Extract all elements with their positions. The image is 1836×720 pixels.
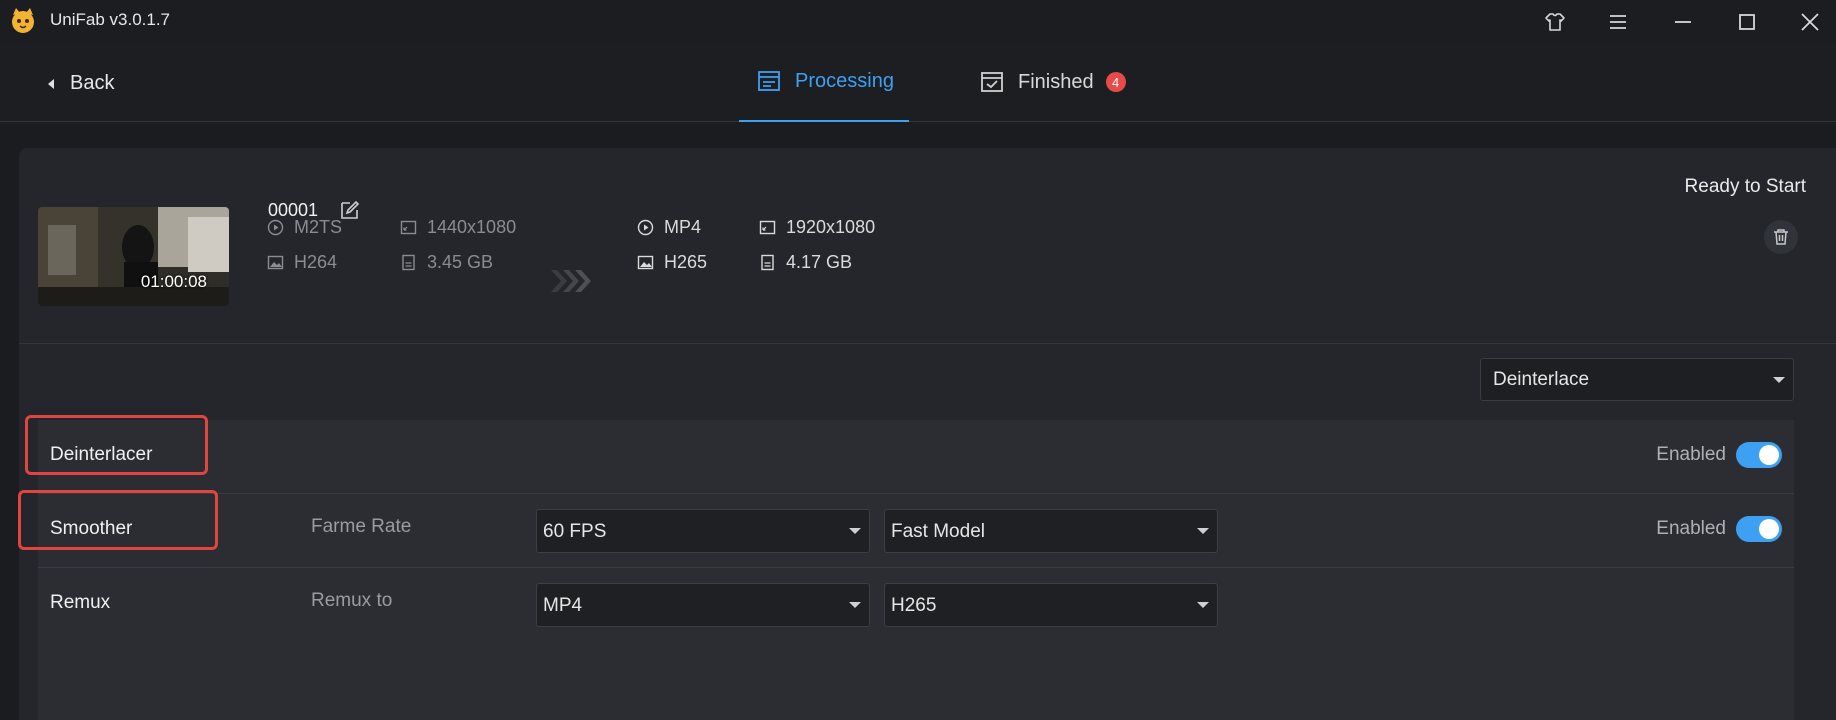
chevron-down-icon bbox=[849, 528, 861, 534]
deinterlacer-toggle-group: Enabled bbox=[1656, 442, 1782, 468]
smoother-toggle-group: Enabled bbox=[1656, 516, 1782, 542]
image-icon bbox=[637, 255, 654, 270]
source-size: 3.45 GB bbox=[400, 252, 493, 273]
back-label: Back bbox=[70, 72, 115, 94]
remux-container-dropdown[interactable]: MP4 bbox=[536, 583, 870, 627]
finished-count-badge: 4 bbox=[1105, 72, 1126, 92]
back-button[interactable]: Back bbox=[46, 72, 114, 95]
remux-label: Remux bbox=[50, 592, 111, 613]
play-circle-icon bbox=[267, 219, 284, 236]
tab-processing-label: Processing bbox=[795, 69, 894, 92]
smoother-row: Smoother Farme Rate 60 FPS Fast Model En… bbox=[38, 494, 1794, 568]
task-status: Ready to Start bbox=[1684, 176, 1806, 197]
empty-panel-area bbox=[38, 640, 1794, 720]
nav-bar: Back Processing Finished 4 bbox=[0, 42, 1836, 122]
deinterlacer-toggle-label: Enabled bbox=[1656, 444, 1726, 465]
maximize-icon[interactable] bbox=[1734, 9, 1760, 35]
source-container: M2TS bbox=[267, 217, 342, 238]
trash-icon bbox=[1774, 229, 1788, 245]
deinterlacer-highlight-box bbox=[25, 415, 208, 475]
skin-icon[interactable] bbox=[1542, 9, 1568, 35]
finished-check-icon bbox=[981, 72, 1003, 92]
remux-codec-dropdown[interactable]: H265 bbox=[884, 583, 1218, 627]
smoother-highlight-box bbox=[18, 490, 218, 550]
tab-finished[interactable]: Finished 4 bbox=[980, 42, 1126, 122]
smoother-toggle[interactable] bbox=[1736, 516, 1782, 542]
chevron-down-icon bbox=[849, 602, 861, 608]
tab-processing[interactable]: Processing bbox=[739, 42, 909, 122]
chevron-down-icon bbox=[1197, 602, 1209, 608]
output-size: 4.17 GB bbox=[759, 252, 852, 273]
source-codec: H264 bbox=[267, 252, 337, 273]
file-size-icon bbox=[761, 254, 774, 271]
edit-icon[interactable] bbox=[339, 199, 361, 221]
model-dropdown[interactable]: Fast Model bbox=[884, 509, 1218, 553]
caret-left-icon bbox=[48, 78, 54, 89]
chevron-down-icon bbox=[1197, 528, 1209, 534]
image-icon bbox=[267, 255, 284, 270]
output-codec: H265 bbox=[637, 252, 707, 273]
app-title: UniFab v3.0.1.7 bbox=[50, 10, 171, 29]
remux-to-label: Remux to bbox=[311, 590, 393, 611]
remux-row: Remux Remux to MP4 H265 bbox=[38, 568, 1794, 642]
title-bar: UniFab v3.0.1.7 bbox=[0, 0, 1836, 42]
close-icon[interactable] bbox=[1797, 9, 1823, 35]
tab-finished-label: Finished bbox=[1018, 70, 1094, 93]
mode-dropdown[interactable]: Deinterlace bbox=[1480, 358, 1794, 401]
video-thumbnail[interactable]: 01:00:08 bbox=[38, 207, 229, 306]
smoother-toggle-label: Enabled bbox=[1656, 518, 1726, 539]
unifab-logo-icon bbox=[12, 8, 34, 33]
file-size-icon bbox=[402, 254, 415, 271]
video-duration: 01:00:08 bbox=[140, 272, 207, 291]
delete-button[interactable] bbox=[1764, 220, 1798, 254]
divider bbox=[19, 343, 1836, 344]
task-card: 01:00:08 00001 M2TS 1440x1080 H264 3.45 … bbox=[19, 148, 1836, 720]
chevron-down-icon bbox=[1773, 376, 1785, 383]
mode-dropdown-value: Deinterlace bbox=[1493, 369, 1590, 390]
resolution-icon bbox=[400, 220, 417, 235]
convert-arrows-icon bbox=[551, 270, 591, 292]
processing-list-icon bbox=[758, 71, 780, 91]
output-resolution: 1920x1080 bbox=[759, 217, 875, 238]
play-circle-icon bbox=[637, 219, 654, 236]
menu-icon[interactable] bbox=[1605, 9, 1631, 35]
deinterlacer-toggle[interactable] bbox=[1736, 442, 1782, 468]
frame-rate-dropdown[interactable]: 60 FPS bbox=[536, 509, 870, 553]
resolution-icon bbox=[759, 220, 776, 235]
source-resolution: 1440x1080 bbox=[400, 217, 516, 238]
frame-rate-label: Farme Rate bbox=[311, 516, 412, 537]
minimize-icon[interactable] bbox=[1670, 9, 1696, 35]
output-container: MP4 bbox=[637, 217, 701, 238]
deinterlacer-row: Deinterlacer Enabled bbox=[38, 420, 1794, 494]
